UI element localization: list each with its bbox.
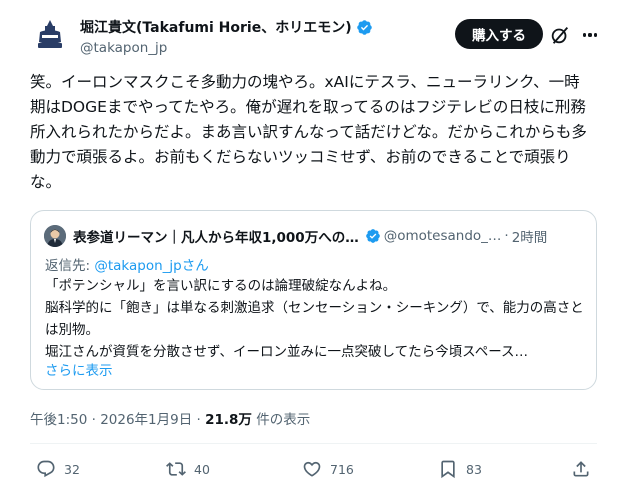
quote-author-handle[interactable]: @omotesando_… (384, 228, 502, 244)
like-count: 716 (330, 461, 354, 477)
divider (30, 443, 597, 444)
author-name[interactable]: 堀江貴文(Takafumi Horie、ホリエモン) (80, 17, 352, 37)
reply-to-line: 返信先: @takapon_jpさん (45, 254, 209, 274)
bookmark-button[interactable]: 83 (438, 458, 482, 480)
reply-button[interactable]: 32 (36, 458, 80, 480)
reply-prefix: 返信先: (45, 258, 95, 274)
repost-count: 40 (194, 461, 210, 477)
quote-author-avatar[interactable] (44, 225, 66, 247)
heart-icon (303, 461, 321, 477)
repost-icon (166, 462, 186, 476)
separator-dot: · (504, 228, 509, 244)
tweet-text: 笑。イーロンマスクこそ多動力の塊やろ。xAIにテスラ、ニューラリンク、一時期はD… (30, 73, 587, 191)
grok-icon[interactable] (549, 24, 571, 46)
author-info: 堀江貴文(Takafumi Horie、ホリエモン) @takapon_jp (80, 17, 373, 56)
tweet-meta: 午後1:50 · 2026年1月9日 · 21.8万 件の表示 (30, 408, 310, 428)
repost-button[interactable]: 40 (166, 458, 210, 480)
view-count: 21.8万 (205, 412, 252, 428)
bookmark-count: 83 (466, 461, 482, 477)
share-button[interactable] (571, 458, 591, 480)
reply-count: 32 (64, 461, 80, 477)
quote-timestamp[interactable]: 2時間 (512, 226, 548, 246)
like-button[interactable]: 716 (302, 458, 354, 480)
reply-to-handle-link[interactable]: @takapon_jpさん (94, 258, 208, 274)
reply-icon (37, 460, 55, 478)
share-icon (573, 461, 589, 477)
view-count-label: 件の表示 (251, 412, 311, 428)
quote-author-name[interactable]: 表参道リーマン｜凡人から年収1,000万への… (73, 226, 359, 246)
bookmark-icon (441, 460, 455, 479)
tweet-timestamp[interactable]: 午後1:50 · 2026年1月9日 · (30, 412, 205, 428)
more-options-icon[interactable] (578, 24, 602, 46)
author-avatar[interactable] (30, 14, 70, 54)
quoted-tweet[interactable]: 表参道リーマン｜凡人から年収1,000万への… @omotesando_… · … (30, 210, 597, 390)
quote-header: 表参道リーマン｜凡人から年収1,000万への… @omotesando_… · … (73, 226, 586, 246)
show-more-link[interactable]: さらに表示 (45, 359, 113, 379)
tweet: 堀江貴文(Takafumi Horie、ホリエモン) @takapon_jp 購… (0, 0, 619, 492)
quote-verified-badge-icon (365, 229, 380, 243)
author-handle[interactable]: @takapon_jp (80, 40, 373, 56)
buy-button[interactable]: 購入する (455, 19, 543, 49)
quote-text: 「ポテンシャル」を言い訳にするのは論理破綻なんよね。 脳科学的に「飽き」は単なる… (45, 278, 584, 360)
verified-badge-icon (356, 19, 372, 35)
